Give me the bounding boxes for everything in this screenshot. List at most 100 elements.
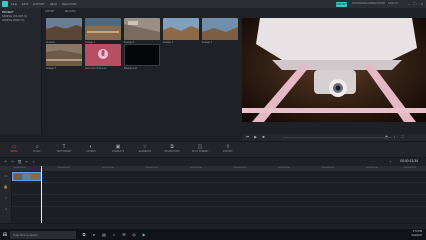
windows-start-icon[interactable]: ⊞ <box>0 229 10 240</box>
mail-icon[interactable]: ✉ <box>120 231 128 239</box>
library-sidebar: PROJECT SAMPLE COLORS (1) SAMPLE VIDEO (… <box>0 8 42 134</box>
export-icon: ⇪ <box>225 144 231 150</box>
ruler-tick: 00:00:15:00 <box>146 167 158 169</box>
main-toolbar: ▭ MEDIA ♫ MUSIC T TEXT/CREDIT ◐ FILTERS … <box>0 141 426 158</box>
ruler-tick: 00:00:10:00 <box>102 167 114 169</box>
media-label-7: Recorded Voiceover <box>85 67 107 70</box>
undo-icon[interactable]: ↶ <box>3 160 8 165</box>
register-link[interactable]: REGISTER <box>372 2 385 5</box>
audio-track[interactable] <box>12 195 426 207</box>
media-thumb-5[interactable] <box>202 18 238 40</box>
store-icon[interactable]: ⌂ <box>110 231 118 239</box>
ruler-tick: 00:00:00:00 <box>14 167 26 169</box>
folder-icon: ▭ <box>11 144 17 150</box>
file-explorer-icon[interactable]: ▤ <box>100 231 108 239</box>
ruler-tick: 00:00:35:00 <box>322 167 334 169</box>
ruler-tick: 00:00:40:00 <box>366 167 378 169</box>
play-icon[interactable]: ▶ <box>253 135 258 140</box>
tool-music[interactable]: ♫ MUSIC <box>27 144 47 153</box>
zoom-in-icon[interactable]: + <box>388 160 393 165</box>
tool-export[interactable]: ⇪ EXPORT <box>218 144 238 153</box>
media-thumb-6[interactable] <box>46 44 82 66</box>
ruler-tick: 00:00:30:00 <box>278 167 290 169</box>
media-thumb-8[interactable] <box>124 44 160 66</box>
lock-icon[interactable]: 🔒 <box>3 185 9 190</box>
tool-overlays[interactable]: ▣ OVERLAYS <box>108 144 128 153</box>
windows-taskbar: ⊞ Type here to search ⧉ e ▤ ⌂ ✉ ◎ ▶ 1:57… <box>0 229 426 240</box>
music-track-icon[interactable]: ♫ <box>3 207 9 212</box>
volume-icon[interactable]: ♪ <box>392 135 397 140</box>
preview-controls: ⏮ ▶ ■ ◉ ♪ ⛶ <box>242 134 426 141</box>
music-track[interactable] <box>12 207 426 223</box>
task-view-icon[interactable]: ⧉ <box>80 231 88 239</box>
preview-scrubber[interactable] <box>282 137 392 138</box>
transition-icon: ⧉ <box>170 144 174 150</box>
sign-in-link[interactable]: SIGN IN <box>388 2 398 5</box>
sidebar-item-sample-video[interactable]: SAMPLE VIDEO (5) <box>0 19 41 23</box>
tool-transitions[interactable]: ⧉ TRANSITIONS <box>162 144 182 153</box>
wondershare-link[interactable]: WONDERSHARE <box>352 2 373 5</box>
timeline-toolbar: ↶ ↷ 🗑 ✂ ⌗ − + 00:00:13:34 <box>0 158 426 166</box>
ruler-tick: 00:00:25:00 <box>234 167 246 169</box>
video-track-icon[interactable]: ▭ <box>3 174 9 179</box>
media-library: IMPORT RECORD 4k stock footage 1 footage… <box>42 8 240 134</box>
maximize-icon[interactable]: □ <box>412 1 418 7</box>
tool-text[interactable]: T TEXT/CREDIT <box>54 144 74 153</box>
ruler-tick: 00:00:20:00 <box>190 167 202 169</box>
track-headers: ▭ 🔒 ♪ ♫ <box>0 171 12 223</box>
media-thumb-7[interactable] <box>85 44 121 66</box>
menu-export[interactable]: EXPORT <box>33 2 44 6</box>
media-thumb-1[interactable] <box>46 18 82 40</box>
ruler-tick: 00:00:05:00 <box>58 167 70 169</box>
overlay-icon: ▣ <box>115 144 121 150</box>
filmora-taskbar-icon[interactable]: ▶ <box>140 231 148 239</box>
app-logo-icon <box>2 1 8 7</box>
text-icon: T <box>62 144 66 150</box>
video-preview[interactable] <box>242 18 426 122</box>
media-label-8: Background <box>124 67 137 70</box>
skip-back-icon[interactable]: ⏮ <box>245 135 250 140</box>
close-icon[interactable]: × <box>419 1 425 7</box>
media-label-6: footage 5 <box>46 67 56 70</box>
system-tray[interactable]: 1:57 PM 9/11/2017 <box>412 230 422 238</box>
timeline-clip[interactable] <box>12 172 42 181</box>
overlay-track[interactable] <box>12 183 426 195</box>
tool-split-screen[interactable]: ◫ SPLIT SCREEN <box>190 144 210 153</box>
menu-register[interactable]: REGISTER <box>62 2 76 6</box>
playhead[interactable] <box>41 166 42 223</box>
split-icon[interactable]: ✂ <box>24 160 29 165</box>
media-thumb-4[interactable] <box>163 18 199 40</box>
media-thumb-2[interactable] <box>85 18 121 40</box>
tool-media[interactable]: ▭ MEDIA <box>4 144 24 153</box>
elements-icon: ☆ <box>142 144 148 150</box>
menu-edit[interactable]: EDIT <box>22 2 28 6</box>
title-bar: FILE EDIT EXPORT HELP REGISTER EXPORT WO… <box>0 0 426 8</box>
library-toolbar: IMPORT RECORD <box>42 8 240 14</box>
menu-help[interactable]: HELP <box>50 2 57 6</box>
fullscreen-icon[interactable]: ⛶ <box>400 135 405 140</box>
split-screen-icon: ◫ <box>197 144 203 150</box>
tool-filters[interactable]: ◐ FILTERS <box>81 144 101 153</box>
menu-file[interactable]: FILE <box>11 2 17 6</box>
stop-icon[interactable]: ■ <box>261 135 266 140</box>
timeline-tracks[interactable] <box>12 171 426 223</box>
audio-track-icon[interactable]: ♪ <box>3 196 9 201</box>
music-icon: ♫ <box>35 144 39 150</box>
zoom-out-icon[interactable]: − <box>370 160 375 165</box>
timeline-timecode: 00:00:13:34 <box>400 159 418 163</box>
export-button[interactable]: EXPORT <box>336 1 347 7</box>
edge-icon[interactable]: e <box>90 231 98 239</box>
chrome-icon[interactable]: ◎ <box>130 231 138 239</box>
import-button[interactable]: IMPORT <box>45 10 55 13</box>
redo-icon[interactable]: ↷ <box>10 160 15 165</box>
taskbar-search-input[interactable]: Type here to search <box>10 230 76 239</box>
filter-icon: ◐ <box>89 144 93 150</box>
video-track[interactable] <box>12 171 426 183</box>
media-label-5: footage 4 <box>202 41 212 44</box>
media-label-4: footage 3 <box>163 41 173 44</box>
record-button[interactable]: RECORD <box>65 10 76 13</box>
crop-icon[interactable]: ⌗ <box>31 160 36 165</box>
media-thumb-3[interactable] <box>124 18 160 40</box>
delete-icon[interactable]: 🗑 <box>17 160 22 165</box>
tool-elements[interactable]: ☆ ELEMENTS <box>135 144 155 153</box>
